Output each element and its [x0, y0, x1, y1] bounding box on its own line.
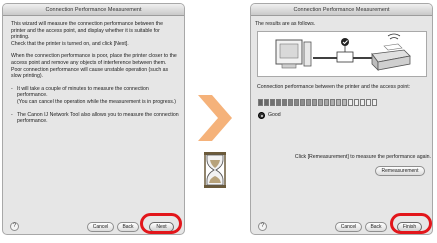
cancel-button[interactable]: Cancel [87, 222, 114, 232]
next-highlight-ring [140, 213, 182, 234]
back-button[interactable]: Back [117, 222, 139, 232]
meter-segment [330, 99, 335, 106]
connection-illustration [275, 33, 411, 71]
meter-segment [372, 99, 377, 106]
help-icon[interactable]: ? [258, 222, 267, 231]
arrow-right-icon [198, 95, 232, 141]
window-title: Connection Performance Measurement [251, 4, 432, 16]
bullet-text: It will take a couple of minutes to meas… [17, 85, 176, 105]
meter-segment [312, 99, 317, 106]
meter-segment [360, 99, 365, 106]
intro-paragraph: This wizard will measure the connection … [11, 21, 163, 47]
performance-label: Connection performance between the print… [257, 84, 411, 90]
setup-window-left: Connection Performance Measurement This … [2, 3, 185, 235]
meter-segment [366, 99, 371, 106]
cancel-button[interactable]: Cancel [335, 222, 362, 232]
meter-segment [336, 99, 341, 106]
meter-segment [342, 99, 347, 106]
hourglass-icon [204, 152, 226, 188]
remeasure-instruction: Click [Remeasurement] to measure the per… [294, 154, 431, 160]
meter-segment [264, 99, 269, 106]
meter-segment [354, 99, 359, 106]
meter-segment [258, 99, 263, 106]
bullet-item: - The Canon IJ Network Tool also allows … [11, 112, 179, 125]
meter-segment [270, 99, 275, 106]
remeasurement-button[interactable]: Remeasurement [375, 166, 425, 176]
window-title: Connection Performance Measurement [3, 4, 184, 16]
back-button[interactable]: Back [365, 222, 387, 232]
connection-diagram [257, 31, 427, 77]
signal-meter [258, 99, 377, 107]
results-heading: The results are as follows. [255, 21, 316, 27]
meter-segment [306, 99, 311, 106]
meter-segment [300, 99, 305, 106]
meter-segment [288, 99, 293, 106]
bullet-text: The Canon IJ Network Tool also allows yo… [17, 111, 179, 125]
meter-segment [324, 99, 329, 106]
status-text: Good [268, 112, 281, 119]
access-point-icon [336, 38, 354, 63]
computer-icon [275, 39, 312, 69]
meter-segment [318, 99, 323, 106]
printer-icon [371, 33, 411, 71]
help-icon[interactable]: ? [10, 222, 19, 231]
meter-segment [276, 99, 281, 106]
meter-segment [282, 99, 287, 106]
meter-segment [348, 99, 353, 106]
meter-segment [294, 99, 299, 106]
bullet-item: - It will take a couple of minutes to me… [11, 86, 179, 106]
finish-highlight-ring [390, 213, 432, 234]
warning-paragraph: When the connection performance is poor,… [11, 53, 177, 80]
setup-window-right: Connection Performance Measurement The r… [250, 3, 433, 235]
status-indicator-icon [258, 112, 265, 119]
wizard-instructions: This wizard will measure the connection … [11, 21, 179, 131]
status-row: Good [258, 112, 281, 119]
